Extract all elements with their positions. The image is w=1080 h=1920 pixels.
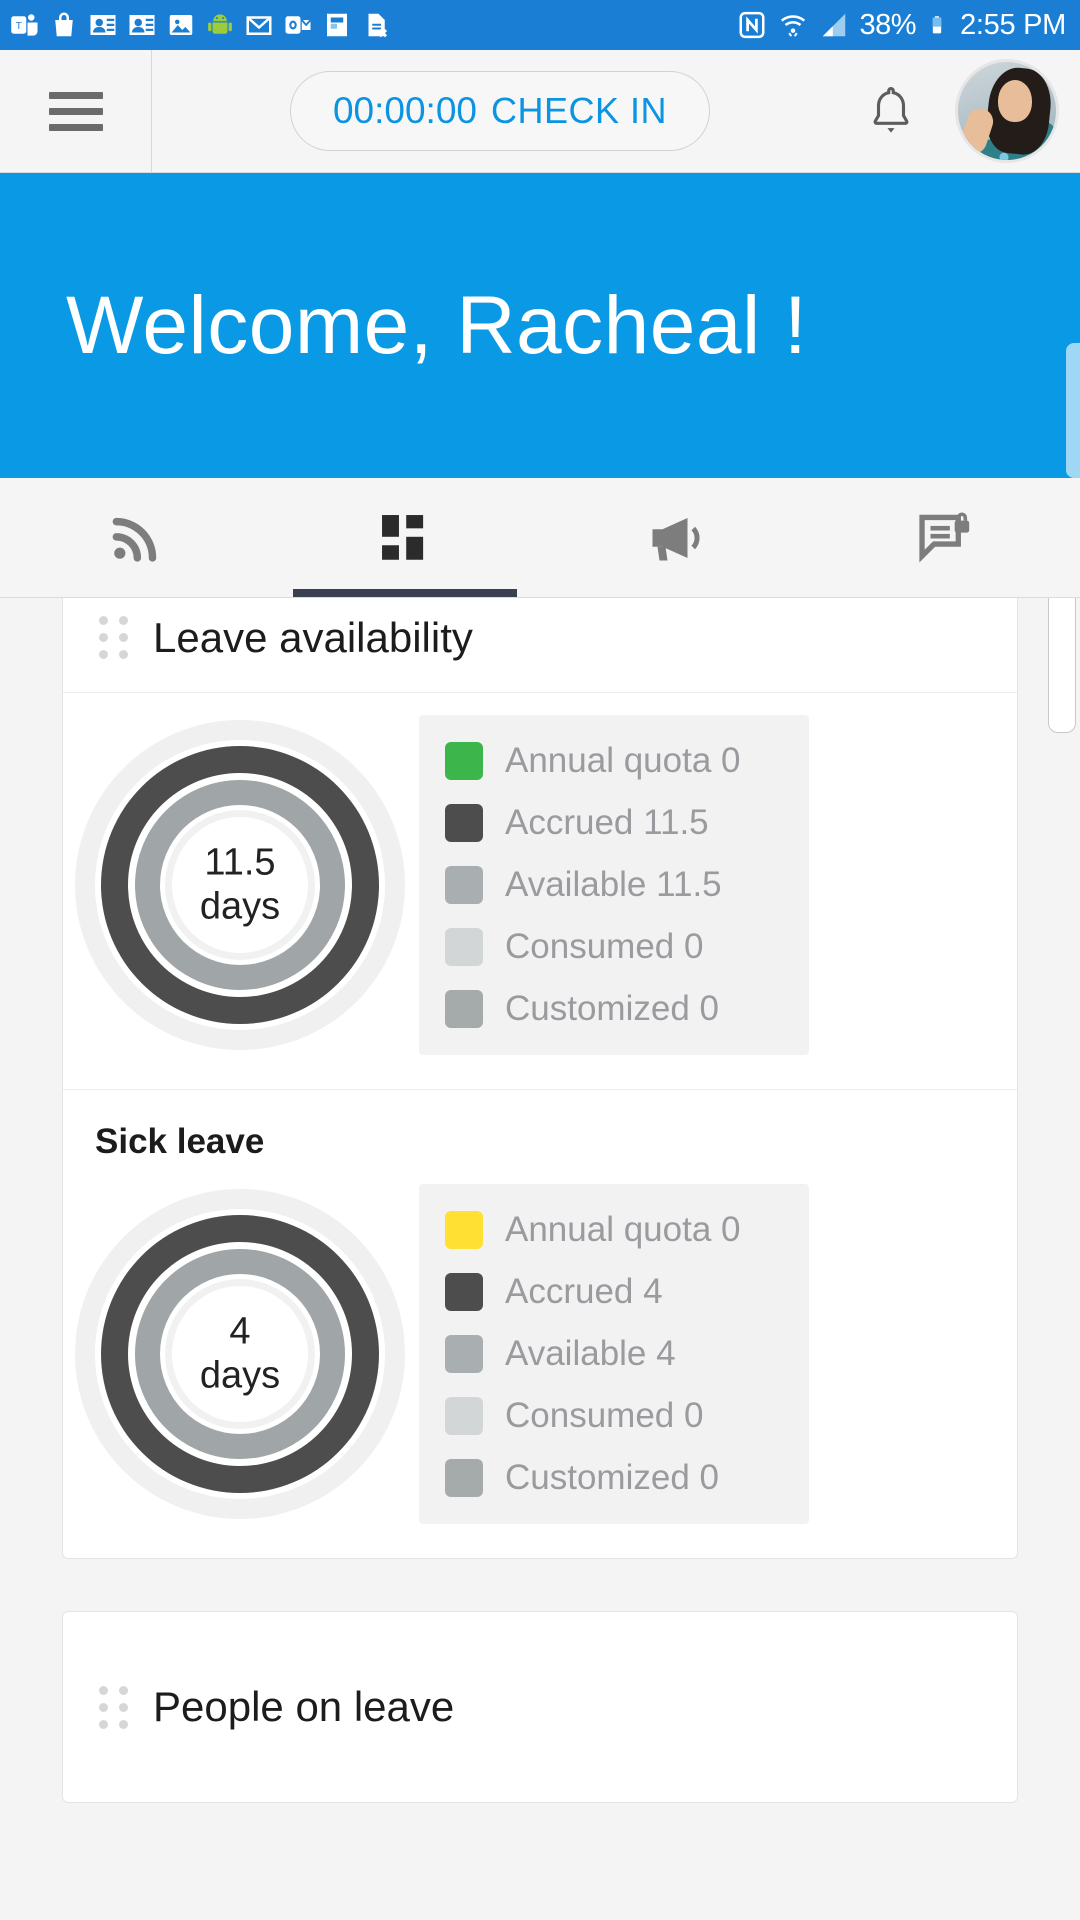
status-bar-notification-icons: T <box>10 10 737 40</box>
annual-leave-donut-chart: 11.5 days <box>75 720 405 1050</box>
legend-swatch-available <box>445 1335 483 1373</box>
check-in-button[interactable]: 00:00:00 CHECK IN <box>289 71 711 151</box>
hamburger-menu-icon <box>48 83 103 140</box>
sick-leave-title: Sick leave <box>95 1122 265 1161</box>
people-on-leave-title: People on leave <box>153 1683 455 1730</box>
check-in-timer: 00:00:00 <box>332 90 477 131</box>
bell-icon <box>873 86 909 133</box>
sim-card-error-icon <box>368 13 388 38</box>
microsoft-teams-icon: T <box>11 14 38 36</box>
status-bar-system-icons: 38% 2:55 PM <box>737 9 1066 42</box>
hamburger-menu-button[interactable] <box>0 50 152 172</box>
tab-bar <box>0 478 1080 598</box>
page-scrollbar-thumb[interactable] <box>1066 343 1080 478</box>
legend-item: Customized 0 <box>445 989 779 1029</box>
annual-leave-legend: Annual quota 0 Accrued 11.5 Available 11… <box>419 715 809 1055</box>
legend-swatch-customized <box>445 990 483 1028</box>
legend-item: Consumed 0 <box>445 927 779 967</box>
legend-label: Customized 0 <box>505 1458 719 1497</box>
legend-label: Available 4 <box>505 1334 676 1373</box>
legend-label: Annual quota 0 <box>505 741 741 780</box>
legend-item: Annual quota 0 <box>445 1210 779 1250</box>
tab-announcements[interactable] <box>540 478 810 597</box>
notifications-button[interactable] <box>848 83 934 139</box>
people-on-leave-card: People on leave <box>62 1611 1018 1803</box>
nfc-icon <box>739 11 765 39</box>
legend-item: Available 11.5 <box>445 865 779 905</box>
leave-availability-card: Leave availability 11.5 days Annual quot… <box>62 598 1018 1559</box>
contacts-alt-icon <box>129 15 155 35</box>
rss-feed-icon <box>112 517 157 562</box>
welcome-banner: Welcome, Racheal ! <box>0 173 1080 478</box>
annual-leave-donut-center: 11.5 days <box>75 841 405 928</box>
shopping-bag-icon <box>55 12 73 37</box>
legend-item: Accrued 4 <box>445 1272 779 1312</box>
legend-item: Consumed 0 <box>445 1396 779 1436</box>
signal-icon <box>822 13 845 37</box>
annual-leave-block: 11.5 days Annual quota 0 Accrued 11.5 Av… <box>63 693 1017 1089</box>
annual-leave-row: 11.5 days Annual quota 0 Accrued 11.5 Av… <box>63 693 1017 1089</box>
annual-leave-days-unit: days <box>199 885 281 927</box>
legend-label: Consumed 0 <box>505 1396 704 1435</box>
card-gap <box>0 1559 1080 1611</box>
legend-swatch-customized <box>445 1459 483 1497</box>
legend-label: Customized 0 <box>505 989 719 1028</box>
gallery-icon <box>169 15 193 35</box>
clock: 2:55 PM <box>960 8 1066 41</box>
legend-item: Customized 0 <box>445 1458 779 1498</box>
legend-item: Accrued 11.5 <box>445 803 779 843</box>
legend-label: Consumed 0 <box>505 927 704 966</box>
outlook-icon <box>285 16 312 34</box>
status-bar: T 38% 2:55 PM <box>0 0 1080 50</box>
leave-availability-title: Leave availability <box>153 613 473 661</box>
sick-leave-days-value: 4 <box>229 1310 251 1353</box>
legend-label: Available 11.5 <box>505 865 722 904</box>
legend-swatch-consumed <box>445 928 483 966</box>
battery-percentage: 38% <box>859 8 917 41</box>
tab-private-messages[interactable] <box>810 478 1080 597</box>
sick-leave-block: Sick leave 4 days Annual quota 0 Accrued… <box>63 1090 1017 1558</box>
sick-leave-days-unit: days <box>199 1354 281 1396</box>
wifi-icon <box>780 15 805 37</box>
legend-swatch-consumed <box>445 1397 483 1435</box>
sick-leave-legend: Annual quota 0 Accrued 4 Available 4 Con… <box>419 1184 809 1524</box>
dashboard-content[interactable]: Leave availability 11.5 days Annual quot… <box>0 598 1080 1920</box>
welcome-greeting: Welcome, Racheal ! <box>66 279 808 371</box>
annual-leave-days-value: 11.5 <box>204 841 276 884</box>
drag-handle-icon[interactable] <box>91 616 137 659</box>
legend-label: Accrued 11.5 <box>505 803 709 842</box>
sick-leave-donut-center: 4 days <box>75 1310 405 1397</box>
legend-label: Annual quota 0 <box>505 1210 741 1249</box>
legend-item: Annual quota 0 <box>445 741 779 781</box>
check-in-container: 00:00:00 CHECK IN <box>152 71 848 151</box>
legend-swatch-accrued <box>445 1273 483 1311</box>
legend-swatch-accrued <box>445 804 483 842</box>
legend-label: Accrued 4 <box>505 1272 663 1311</box>
megaphone-icon <box>652 517 700 560</box>
flipboard-icon <box>327 13 347 37</box>
android-icon <box>208 14 232 34</box>
people-on-leave-card-header: People on leave <box>63 1612 1017 1802</box>
sick-leave-row: 4 days Annual quota 0 Accrued 4 Availabl… <box>63 1162 1017 1558</box>
legend-swatch-annual-quota <box>445 742 483 780</box>
profile-button[interactable] <box>934 59 1080 163</box>
contacts-icon <box>90 15 116 35</box>
sick-leave-donut-chart: 4 days <box>75 1189 405 1519</box>
app-bar: 00:00:00 CHECK IN <box>0 50 1080 173</box>
drag-handle-icon[interactable] <box>91 1685 137 1729</box>
avatar <box>955 59 1059 163</box>
content-scroll-indicator[interactable] <box>1048 598 1076 733</box>
gmail-icon <box>246 16 272 35</box>
tab-dashboard[interactable] <box>270 478 540 597</box>
battery-icon <box>932 16 942 34</box>
legend-swatch-available <box>445 866 483 904</box>
legend-swatch-annual-quota <box>445 1211 483 1249</box>
leave-availability-card-header: Leave availability <box>63 598 1017 693</box>
legend-item: Available 4 <box>445 1334 779 1374</box>
dashboard-grid-icon <box>382 514 424 560</box>
tab-feed[interactable] <box>0 478 270 597</box>
svg-text:T: T <box>16 21 22 32</box>
check-in-label: CHECK IN <box>491 90 668 131</box>
locked-message-icon <box>919 512 970 563</box>
